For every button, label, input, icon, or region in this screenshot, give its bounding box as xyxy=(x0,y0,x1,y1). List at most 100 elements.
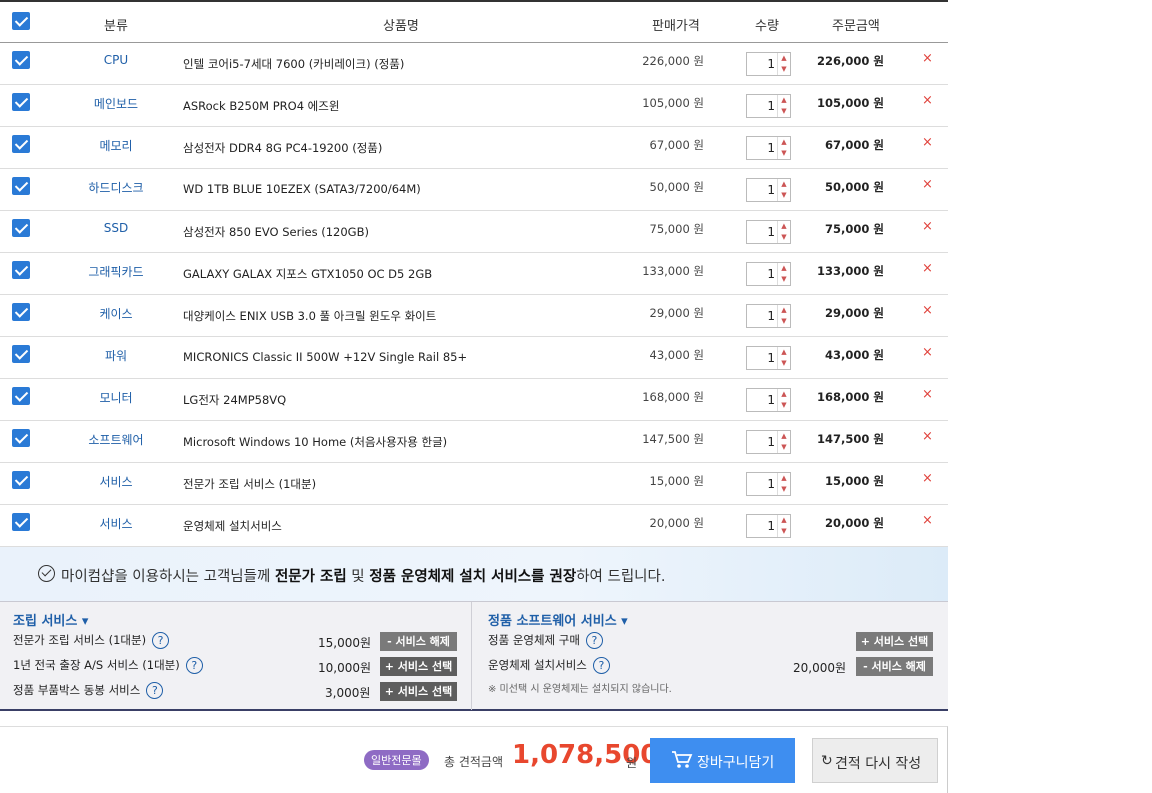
item-checkbox[interactable] xyxy=(12,429,30,447)
reset-estimate-button[interactable]: ↻ 견적 다시 작성 xyxy=(812,738,938,783)
service-toggle-button[interactable]: - 서비스 해제 xyxy=(380,632,457,651)
chevron-down-icon[interactable]: ▼ xyxy=(778,274,790,285)
chevron-up-icon[interactable]: ▲ xyxy=(778,179,790,190)
quantity-stepper[interactable]: 1 ▲ ▼ xyxy=(746,94,791,118)
quantity-stepper[interactable]: 1 ▲ ▼ xyxy=(746,430,791,454)
chevron-up-icon[interactable]: ▲ xyxy=(778,137,790,148)
delete-icon[interactable]: × xyxy=(922,303,933,318)
item-checkbox[interactable] xyxy=(12,135,30,153)
chevron-up-icon[interactable]: ▲ xyxy=(778,95,790,106)
chevron-up-icon[interactable]: ▲ xyxy=(778,347,790,358)
service-toggle-button[interactable]: + 서비스 선택 xyxy=(856,632,933,651)
chevron-up-icon[interactable]: ▲ xyxy=(778,221,790,232)
chevron-down-icon[interactable]: ▼ xyxy=(778,106,790,117)
delete-icon[interactable]: × xyxy=(922,261,933,276)
chevron-down-icon[interactable]: ▼ xyxy=(778,358,790,369)
quantity-stepper[interactable]: 1 ▲ ▼ xyxy=(746,388,791,412)
item-checkbox[interactable] xyxy=(12,51,30,69)
quantity-stepper[interactable]: 1 ▲ ▼ xyxy=(746,178,791,202)
stepper-arrows[interactable]: ▲ ▼ xyxy=(777,221,790,243)
item-checkbox[interactable] xyxy=(12,513,30,531)
item-checkbox[interactable] xyxy=(12,93,30,111)
stepper-arrows[interactable]: ▲ ▼ xyxy=(777,263,790,285)
chevron-down-icon[interactable]: ▼ xyxy=(778,190,790,201)
item-checkbox[interactable] xyxy=(12,177,30,195)
chevron-down-icon[interactable]: ▼ xyxy=(778,148,790,159)
delete-icon[interactable]: × xyxy=(922,177,933,192)
quantity-value[interactable]: 1 xyxy=(767,183,775,197)
quantity-stepper[interactable]: 1 ▲ ▼ xyxy=(746,472,791,496)
select-all-checkbox[interactable] xyxy=(12,12,30,30)
item-checkbox[interactable] xyxy=(12,471,30,489)
help-icon[interactable]: ? xyxy=(592,657,610,674)
quantity-value[interactable]: 1 xyxy=(767,351,775,365)
stepper-arrows[interactable]: ▲ ▼ xyxy=(777,137,790,159)
chevron-down-icon[interactable]: ▼ xyxy=(778,232,790,243)
quantity-stepper[interactable]: 1 ▲ ▼ xyxy=(746,52,791,76)
quantity-stepper[interactable]: 1 ▲ ▼ xyxy=(746,346,791,370)
item-checkbox[interactable] xyxy=(12,219,30,237)
item-checkbox[interactable] xyxy=(12,345,30,363)
delete-icon[interactable]: × xyxy=(922,51,933,66)
chevron-up-icon[interactable]: ▲ xyxy=(778,389,790,400)
stepper-arrows[interactable]: ▲ ▼ xyxy=(777,95,790,117)
quantity-value[interactable]: 1 xyxy=(767,57,775,71)
chevron-down-icon[interactable]: ▼ xyxy=(778,316,790,327)
quantity-value[interactable]: 1 xyxy=(767,393,775,407)
delete-icon[interactable]: × xyxy=(922,513,933,528)
table-row: 서비스 운영체제 설치서비스 20,000 원 1 ▲ ▼ 20,000 원 × xyxy=(0,505,948,547)
quantity-stepper[interactable]: 1 ▲ ▼ xyxy=(746,262,791,286)
delete-icon[interactable]: × xyxy=(922,93,933,108)
help-icon[interactable]: ? xyxy=(146,682,164,699)
help-icon[interactable]: ? xyxy=(152,632,170,649)
chevron-up-icon[interactable]: ▲ xyxy=(778,305,790,316)
delete-icon[interactable]: × xyxy=(922,135,933,150)
quantity-value[interactable]: 1 xyxy=(767,477,775,491)
add-to-cart-button[interactable]: 장바구니담기 xyxy=(650,738,795,783)
quantity-value[interactable]: 1 xyxy=(767,99,775,113)
chevron-up-icon[interactable]: ▲ xyxy=(778,515,790,526)
service-toggle-button[interactable]: + 서비스 선택 xyxy=(380,657,457,676)
quantity-stepper[interactable]: 1 ▲ ▼ xyxy=(746,220,791,244)
stepper-arrows[interactable]: ▲ ▼ xyxy=(777,305,790,327)
quantity-value[interactable]: 1 xyxy=(767,225,775,239)
stepper-arrows[interactable]: ▲ ▼ xyxy=(777,473,790,495)
item-checkbox[interactable] xyxy=(12,261,30,279)
stepper-arrows[interactable]: ▲ ▼ xyxy=(777,53,790,75)
delete-icon[interactable]: × xyxy=(922,219,933,234)
quantity-stepper[interactable]: 1 ▲ ▼ xyxy=(746,514,791,538)
chevron-down-icon[interactable]: ▼ xyxy=(778,526,790,537)
quantity-stepper[interactable]: 1 ▲ ▼ xyxy=(746,136,791,160)
quantity-value[interactable]: 1 xyxy=(767,519,775,533)
chevron-up-icon[interactable]: ▲ xyxy=(778,473,790,484)
chevron-up-icon[interactable]: ▲ xyxy=(778,53,790,64)
service-toggle-button[interactable]: + 서비스 선택 xyxy=(380,682,457,701)
chevron-down-icon[interactable]: ▼ xyxy=(778,484,790,495)
item-checkbox[interactable] xyxy=(12,303,30,321)
help-icon[interactable]: ? xyxy=(185,657,203,674)
chevron-down-icon[interactable]: ▼ xyxy=(778,442,790,453)
help-icon[interactable]: ? xyxy=(585,632,603,649)
chevron-up-icon[interactable]: ▲ xyxy=(778,263,790,274)
chevron-up-icon[interactable]: ▲ xyxy=(778,431,790,442)
chevron-down-icon[interactable]: ▼ xyxy=(778,64,790,75)
stepper-arrows[interactable]: ▲ ▼ xyxy=(777,389,790,411)
stepper-arrows[interactable]: ▲ ▼ xyxy=(777,515,790,537)
item-checkbox[interactable] xyxy=(12,387,30,405)
delete-icon[interactable]: × xyxy=(922,429,933,444)
quantity-value[interactable]: 1 xyxy=(767,435,775,449)
quantity-stepper[interactable]: 1 ▲ ▼ xyxy=(746,304,791,328)
service-toggle-button[interactable]: - 서비스 해제 xyxy=(856,657,933,676)
stepper-arrows[interactable]: ▲ ▼ xyxy=(777,347,790,369)
delete-icon[interactable]: × xyxy=(922,471,933,486)
quantity-value[interactable]: 1 xyxy=(767,309,775,323)
stepper-arrows[interactable]: ▲ ▼ xyxy=(777,179,790,201)
quantity-value[interactable]: 1 xyxy=(767,267,775,281)
stepper-arrows[interactable]: ▲ ▼ xyxy=(777,431,790,453)
quantity-value[interactable]: 1 xyxy=(767,141,775,155)
delete-icon[interactable]: × xyxy=(922,345,933,360)
delete-icon[interactable]: × xyxy=(922,387,933,402)
software-service-title[interactable]: 정품 소프트웨어 서비스 ▾ xyxy=(488,610,628,629)
chevron-down-icon[interactable]: ▼ xyxy=(778,400,790,411)
assembly-service-title[interactable]: 조립 서비스 ▾ xyxy=(13,610,88,629)
